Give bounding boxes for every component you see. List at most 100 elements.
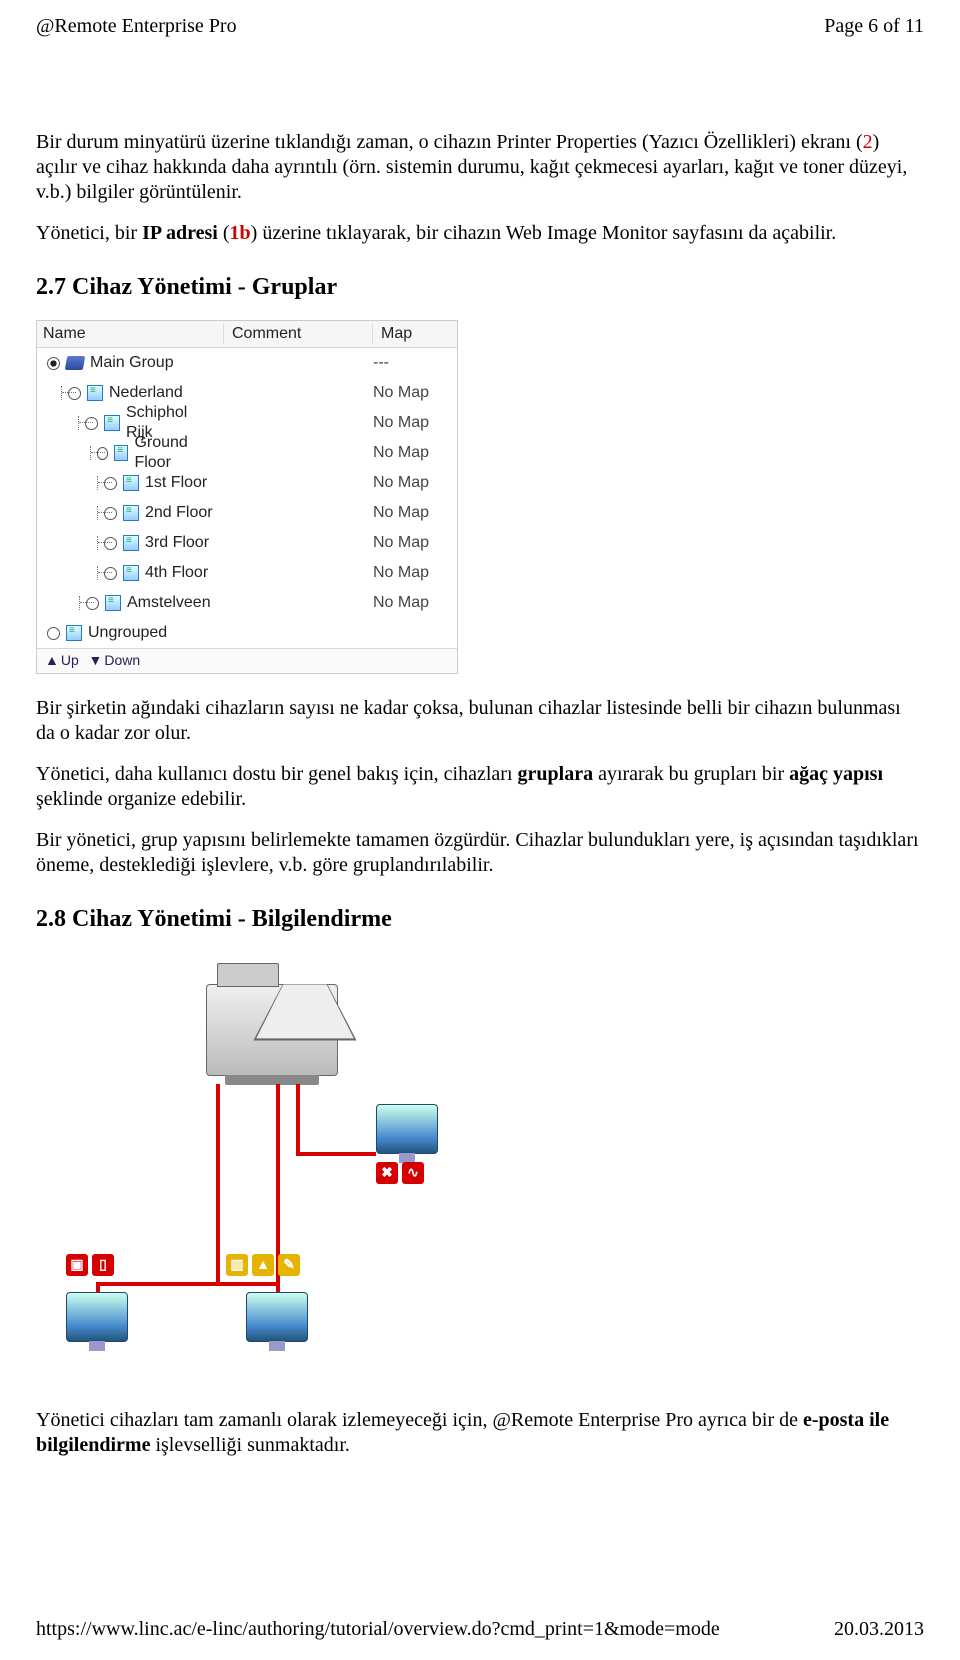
heading-2-8: 2.8 Cihaz Yönetimi - Bilgilendirme [36, 904, 924, 934]
row-name: Ungrouped [88, 623, 167, 643]
text: ) üzerine tıklayarak, bir cihazın Web Im… [251, 222, 837, 244]
table-row[interactable]: Ground FloorNo Map [37, 438, 457, 468]
up-arrow-icon[interactable]: ▲ [45, 652, 59, 670]
row-name: 2nd Floor [145, 503, 213, 523]
row-name: 4th Floor [145, 563, 208, 583]
footer-date: 20.03.2013 [834, 1617, 924, 1642]
select-radio[interactable] [97, 447, 109, 460]
wrench-icon: ✖ [376, 1162, 398, 1184]
row-name: Nederland [109, 383, 183, 403]
row-map: No Map [365, 563, 457, 583]
paragraph: Yönetici, bir IP adresi (1b) üzerine tık… [36, 221, 924, 246]
col-name[interactable]: Name [37, 324, 224, 344]
table-row[interactable]: Ungrouped [37, 618, 457, 648]
text: ayırarak bu grupları bir [593, 763, 789, 785]
row-map: No Map [365, 503, 457, 523]
select-radio[interactable] [85, 417, 98, 430]
tree-icon [123, 475, 139, 491]
paragraph: Yönetici, daha kullanıcı dostu bir genel… [36, 762, 924, 812]
text: Yönetici, daha kullanıcı dostu bir genel… [36, 763, 518, 785]
table-header: Name Comment Map [37, 321, 457, 348]
page-footer: https://www.linc.ac/e-linc/authoring/tut… [36, 1617, 924, 1642]
warning-icon: ▲ [252, 1254, 274, 1276]
select-radio[interactable] [104, 567, 117, 580]
ref-number: 1b [230, 222, 251, 244]
page-header: @Remote Enterprise Pro Page 6 of 11 [36, 14, 924, 39]
page: @Remote Enterprise Pro Page 6 of 11 Bir … [0, 0, 960, 1660]
row-map: No Map [365, 593, 457, 613]
tray-icon: ▥ [226, 1254, 248, 1276]
paragraph: Bir yönetici, grup yapısını belirlemekte… [36, 828, 924, 878]
page-number: Page 6 of 11 [824, 14, 924, 39]
row-map: No Map [365, 413, 457, 433]
tree-icon [104, 415, 120, 431]
heading-2-7: 2.7 Cihaz Yönetimi - Gruplar [36, 272, 924, 302]
select-radio[interactable] [104, 507, 117, 520]
text-bold: ağaç yapısı [789, 763, 883, 785]
footer-url: https://www.linc.ac/e-linc/authoring/tut… [36, 1617, 720, 1642]
table-row[interactable]: Main Group--- [37, 348, 457, 378]
text: Yönetici cihazları tam zamanlı olarak iz… [36, 1409, 803, 1431]
tree-icon [87, 385, 103, 401]
down-arrow-icon[interactable]: ▼ [89, 652, 103, 670]
text-bold: IP adresi [142, 222, 218, 244]
wire [276, 1084, 280, 1282]
monitor-icon [66, 1292, 128, 1342]
row-name: Amstelveen [127, 593, 211, 613]
table-footer: ▲Up ▼Down [37, 648, 457, 673]
select-radio[interactable] [104, 537, 117, 550]
text: işlevselliği sunmaktadır. [150, 1434, 349, 1456]
alert-badges: ▣▯ [66, 1254, 114, 1276]
row-map: No Map [365, 533, 457, 553]
paragraph: Bir şirketin ağındaki cihazların sayısı … [36, 696, 924, 746]
tree-icon [66, 625, 82, 641]
paragraph: Bir durum minyatürü üzerine tıklandığı z… [36, 130, 924, 205]
app-name: @Remote Enterprise Pro [36, 14, 237, 39]
select-radio[interactable] [47, 357, 60, 370]
table-row[interactable]: 2nd Floor No Map [37, 498, 457, 528]
row-map: --- [365, 353, 457, 373]
down-link[interactable]: Down [104, 652, 140, 670]
wire [296, 1084, 300, 1152]
text-bold: gruplara [518, 763, 594, 785]
monitor-icon [246, 1292, 308, 1342]
text: ( [218, 222, 230, 244]
paragraph: Yönetici cihazları tam zamanlı olarak iz… [36, 1408, 924, 1458]
ref-number: 2 [863, 131, 873, 153]
table-row[interactable]: 4th Floor No Map [37, 558, 457, 588]
table-row[interactable]: Amstelveen No Map [37, 588, 457, 618]
row-name: 3rd Floor [145, 533, 209, 553]
tree-icon [105, 595, 121, 611]
folder-icon [65, 356, 85, 370]
row-map: No Map [365, 443, 457, 463]
alert-badges: ✖∿ [376, 1162, 424, 1184]
select-radio[interactable] [47, 627, 60, 640]
monitor-icon [376, 1104, 438, 1154]
printer-icon [196, 954, 346, 1104]
col-comment[interactable]: Comment [224, 324, 373, 344]
group-tree-table: Name Comment Map Main Group--- Nederland N… [36, 320, 458, 674]
col-map[interactable]: Map [373, 324, 457, 344]
text: Yönetici, bir [36, 222, 142, 244]
wire [216, 1282, 280, 1286]
wire [216, 1084, 220, 1282]
tree-icon [123, 505, 139, 521]
row-map: No Map [365, 473, 457, 493]
tree-icon [123, 565, 139, 581]
select-radio[interactable] [86, 597, 99, 610]
jam-icon: ▣ [66, 1254, 88, 1276]
text: şeklinde organize edebilir. [36, 788, 246, 810]
select-radio[interactable] [104, 477, 117, 490]
page-icon: ▯ [92, 1254, 114, 1276]
select-radio[interactable] [68, 387, 81, 400]
alert-badges: ▥▲✎ [226, 1254, 300, 1276]
row-name: Ground Floor [134, 433, 217, 473]
notification-diagram: ✖∿ ▣▯ ▥▲✎ [36, 954, 556, 1384]
table-row[interactable]: 3rd Floor No Map [37, 528, 457, 558]
tree-icon [123, 535, 139, 551]
up-link[interactable]: Up [61, 652, 79, 670]
pulse-icon: ∿ [402, 1162, 424, 1184]
text: Bir durum minyatürü üzerine tıklandığı z… [36, 131, 863, 153]
table-row[interactable]: 1st FloorNo Map [37, 468, 457, 498]
note-icon: ✎ [278, 1254, 300, 1276]
